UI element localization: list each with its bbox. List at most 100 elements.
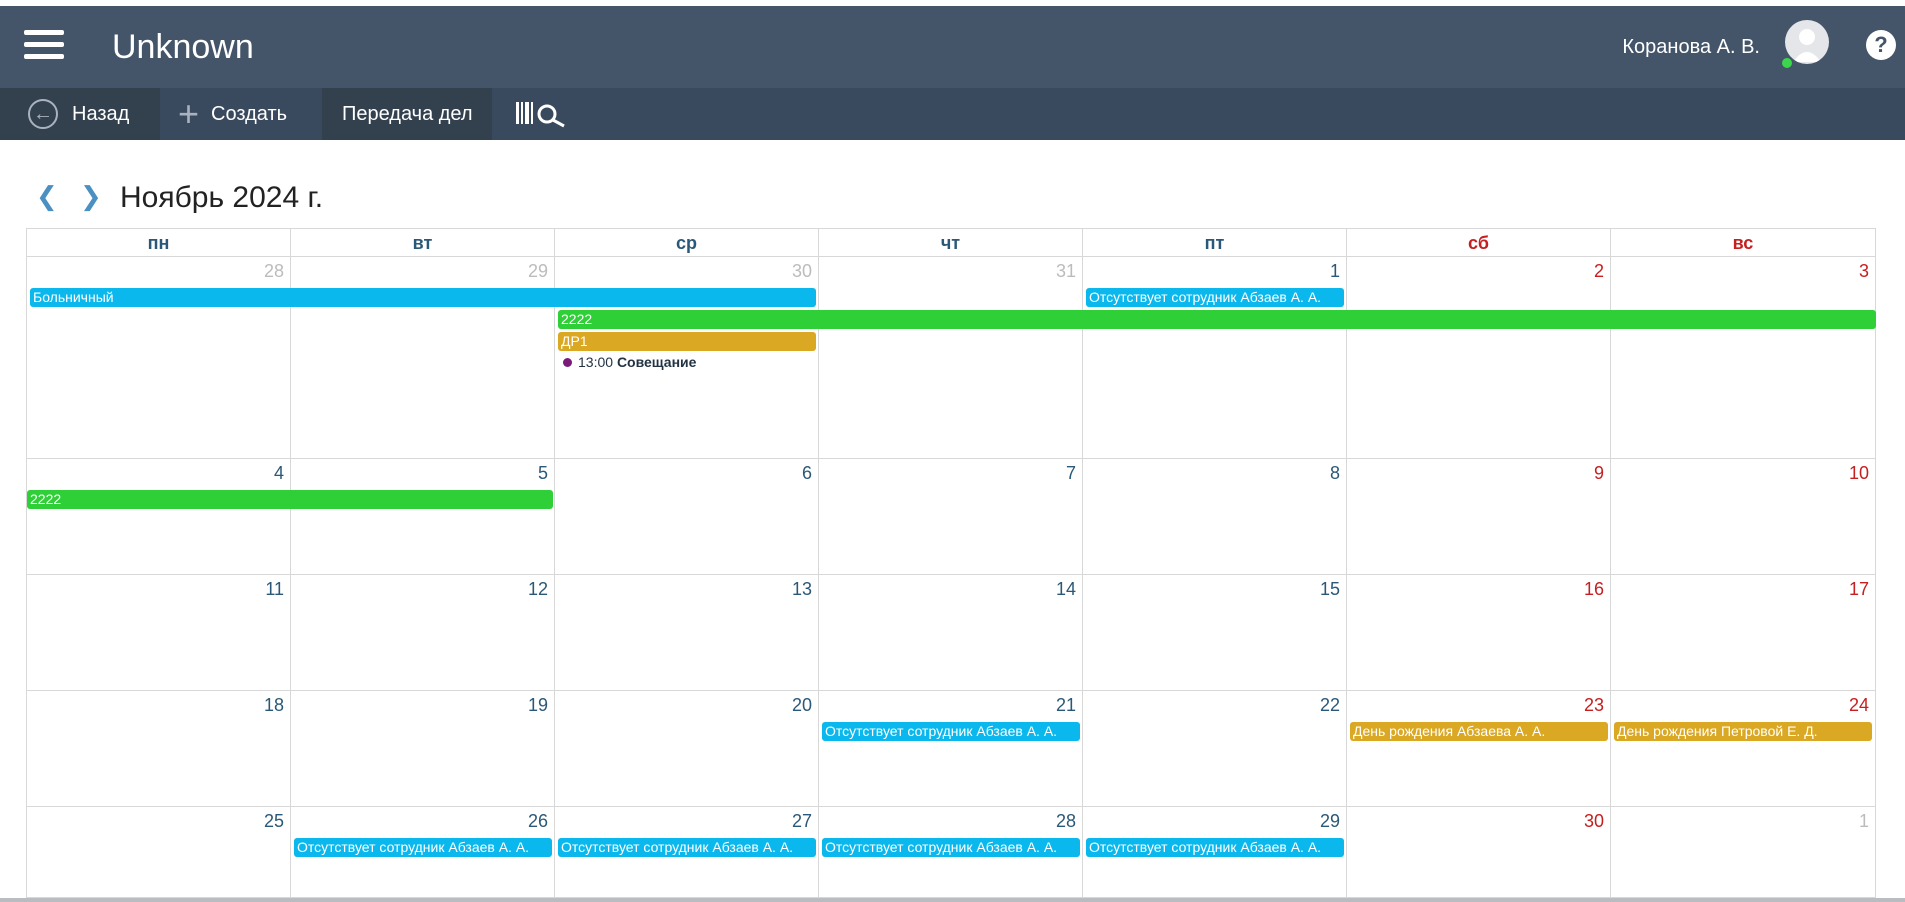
barcode-search-button[interactable] xyxy=(516,88,576,140)
day-cell[interactable]: 4 xyxy=(27,459,291,575)
weekday-tue: вт xyxy=(291,229,555,257)
event-absent[interactable]: Отсутствует сотрудник Абзаев А. А. xyxy=(822,722,1080,741)
day-number: 14 xyxy=(1055,579,1076,599)
day-number: 28 xyxy=(1055,811,1076,831)
event-sick-leave[interactable]: Больничный xyxy=(30,288,816,307)
day-cell[interactable]: 31 xyxy=(819,257,1083,459)
day-cell[interactable]: 18 xyxy=(27,691,291,807)
event-2222[interactable]: 2222 xyxy=(558,310,1876,329)
day-number: 29 xyxy=(527,261,548,281)
month-calendar: пн вт ср чт пт сб вс 28 29 30 31 1 2 3 4… xyxy=(26,228,1876,899)
day-cell[interactable]: 7 xyxy=(819,459,1083,575)
day-cell[interactable]: 17 xyxy=(1611,575,1875,691)
event-absent[interactable]: Отсутствует сотрудник Абзаев А. А. xyxy=(294,838,552,857)
day-number: 5 xyxy=(537,463,548,483)
day-number: 27 xyxy=(791,811,812,831)
transfer-button[interactable]: Передача дел xyxy=(322,88,492,140)
day-number: 10 xyxy=(1848,463,1869,483)
menu-icon[interactable] xyxy=(24,30,64,60)
day-number: 9 xyxy=(1593,463,1604,483)
weekday-fri: пт xyxy=(1083,229,1347,257)
day-cell[interactable]: 2 xyxy=(1347,257,1611,459)
next-month-button[interactable]: ❯ xyxy=(80,181,102,212)
day-cell[interactable]: 13 xyxy=(555,575,819,691)
day-cell[interactable]: 1 xyxy=(1611,807,1875,899)
day-cell[interactable]: 8 xyxy=(1083,459,1347,575)
plus-icon: + xyxy=(178,93,200,134)
create-label: Создать xyxy=(211,102,288,125)
day-cell[interactable]: 14 xyxy=(819,575,1083,691)
prev-month-button[interactable]: ❮ xyxy=(36,181,58,212)
day-number: 16 xyxy=(1583,579,1604,599)
event-absent[interactable]: Отсутствует сотрудник Абзаев А. А. xyxy=(1086,838,1344,857)
event-birthday-abzaev[interactable]: День рождения Абзаева А. А. xyxy=(1350,722,1608,741)
day-number: 30 xyxy=(1583,811,1604,831)
event-dr1[interactable]: ДР1 xyxy=(558,332,816,351)
arrow-left-icon: ← xyxy=(28,99,58,129)
barcode-search-icon xyxy=(516,102,565,128)
event-title: Совещание xyxy=(616,354,697,370)
event-absent[interactable]: Отсутствует сотрудник Абзаев А. А. xyxy=(1086,288,1344,307)
day-number: 18 xyxy=(263,695,284,715)
day-cell[interactable]: 21 xyxy=(819,691,1083,807)
day-number: 2 xyxy=(1593,261,1604,281)
day-cell[interactable]: 23 xyxy=(1347,691,1611,807)
day-number: 17 xyxy=(1848,579,1869,599)
event-birthday-petrova[interactable]: День рождения Петровой Е. Д. xyxy=(1614,722,1872,741)
transfer-label: Передача дел xyxy=(342,102,473,125)
day-cell[interactable]: 30 xyxy=(1347,807,1611,899)
day-number: 22 xyxy=(1319,695,1340,715)
back-label: Назад xyxy=(72,102,130,125)
day-cell[interactable]: 12 xyxy=(291,575,555,691)
day-number: 1 xyxy=(1329,261,1340,281)
day-number: 20 xyxy=(791,695,812,715)
day-cell[interactable]: 22 xyxy=(1083,691,1347,807)
online-status-icon xyxy=(1780,56,1794,70)
day-cell[interactable]: 5 xyxy=(291,459,555,575)
day-number: 13 xyxy=(791,579,812,599)
day-number: 26 xyxy=(527,811,548,831)
day-cell[interactable]: 16 xyxy=(1347,575,1611,691)
day-number: 28 xyxy=(263,261,284,281)
day-number: 30 xyxy=(791,261,812,281)
day-number: 11 xyxy=(265,579,284,599)
app-title: Unknown xyxy=(112,28,254,66)
day-number: 24 xyxy=(1848,695,1869,715)
user-name[interactable]: Коранова А. В. xyxy=(1622,36,1760,59)
day-number: 3 xyxy=(1858,261,1869,281)
day-cell[interactable]: 19 xyxy=(291,691,555,807)
event-time: 13:00 xyxy=(578,354,614,370)
event-meeting[interactable]: 13:00 Совещание xyxy=(563,353,696,372)
day-number: 4 xyxy=(273,463,284,483)
weekday-sat: сб xyxy=(1347,229,1611,257)
day-cell[interactable]: 3 xyxy=(1611,257,1875,459)
day-number: 23 xyxy=(1583,695,1604,715)
day-number: 21 xyxy=(1055,695,1076,715)
day-number: 15 xyxy=(1319,579,1340,599)
help-icon[interactable]: ? xyxy=(1866,30,1896,60)
bottom-scrollbar[interactable] xyxy=(0,898,1905,902)
create-button[interactable]: + Создать xyxy=(160,88,322,140)
weekday-thu: чт xyxy=(819,229,1083,257)
day-cell[interactable]: 6 xyxy=(555,459,819,575)
month-title: Ноябрь 2024 г. xyxy=(120,181,324,214)
event-2222-continued[interactable]: 2222 xyxy=(27,490,553,509)
event-absent[interactable]: Отсутствует сотрудник Абзаев А. А. xyxy=(558,838,816,857)
day-cell[interactable]: 11 xyxy=(27,575,291,691)
day-cell[interactable]: 25 xyxy=(27,807,291,899)
day-number: 7 xyxy=(1065,463,1076,483)
top-bar: Unknown Коранова А. В. xyxy=(0,6,1905,88)
day-number: 19 xyxy=(527,695,548,715)
day-cell[interactable]: 24 xyxy=(1611,691,1875,807)
day-number: 12 xyxy=(527,579,548,599)
day-cell[interactable]: 10 xyxy=(1611,459,1875,575)
day-number: 1 xyxy=(1858,811,1869,831)
toolbar: ← Назад + Создать Передача дел xyxy=(0,88,1905,140)
day-cell[interactable]: 9 xyxy=(1347,459,1611,575)
day-cell[interactable]: 20 xyxy=(555,691,819,807)
back-button[interactable]: ← Назад xyxy=(0,88,160,140)
day-number: 29 xyxy=(1319,811,1340,831)
weekday-sun: вс xyxy=(1611,229,1875,257)
day-cell[interactable]: 15 xyxy=(1083,575,1347,691)
event-absent[interactable]: Отсутствует сотрудник Абзаев А. А. xyxy=(822,838,1080,857)
